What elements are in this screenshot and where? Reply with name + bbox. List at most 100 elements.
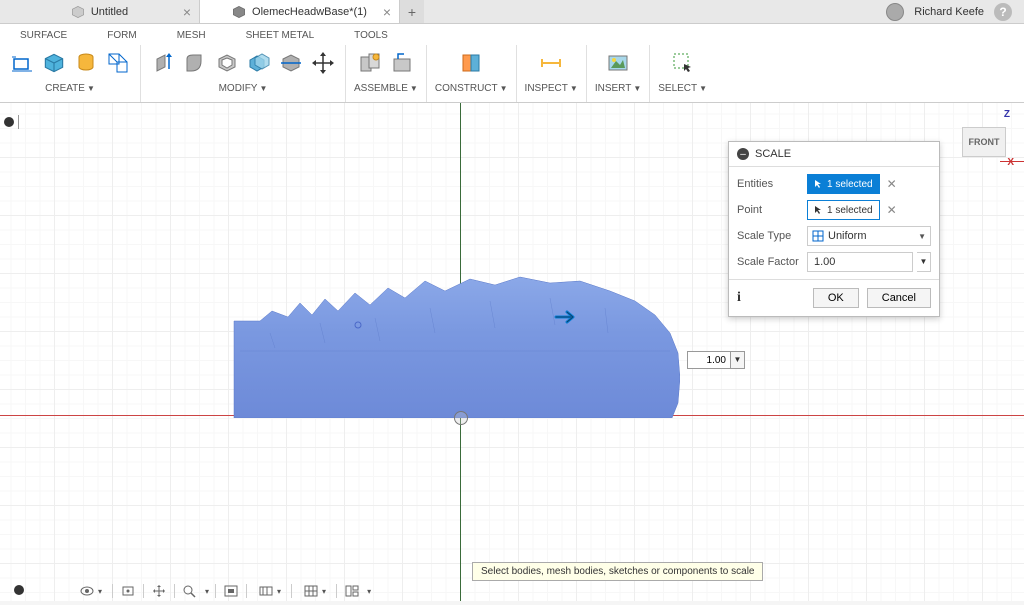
help-icon[interactable]: ?: [994, 3, 1012, 21]
scale-type-label: Scale Type: [737, 230, 803, 242]
x-axis-label: X: [1007, 157, 1014, 168]
origin-indicator[interactable]: [454, 411, 468, 425]
orbit-icon[interactable]: [78, 584, 96, 598]
divider: [18, 115, 19, 129]
combine-icon[interactable]: [245, 49, 273, 77]
collapse-icon[interactable]: –: [737, 148, 749, 160]
clear-icon[interactable]: ✕: [884, 177, 900, 191]
dialog-title: SCALE: [755, 148, 791, 160]
fit-icon[interactable]: [222, 584, 240, 598]
document-icon: [71, 5, 85, 19]
create-sketch-icon[interactable]: [8, 49, 36, 77]
construct-plane-icon[interactable]: [457, 49, 485, 77]
box-primitive-icon[interactable]: [40, 49, 68, 77]
chevron-down-icon[interactable]: ▾: [98, 587, 102, 596]
group-label-assemble[interactable]: ASSEMBLE▼: [354, 83, 418, 94]
group-assemble: ASSEMBLE▼: [346, 45, 427, 102]
move-icon[interactable]: [309, 49, 337, 77]
group-label-inspect[interactable]: INSPECT▼: [525, 83, 578, 94]
comments-toggle[interactable]: [14, 585, 24, 598]
chevron-down-icon[interactable]: ▾: [205, 587, 209, 596]
scale-inline-input[interactable]: ▼: [687, 351, 745, 369]
close-icon[interactable]: ×: [383, 4, 391, 20]
document-tab-bar: Untitled × OlemecHeadwBase*(1) × + Richa…: [0, 0, 1024, 24]
chevron-down-icon[interactable]: ▼: [731, 351, 745, 369]
group-label-select[interactable]: SELECT▼: [658, 83, 707, 94]
look-at-icon[interactable]: [119, 584, 137, 598]
document-tab-active[interactable]: OlemecHeadwBase*(1) ×: [200, 0, 400, 23]
cancel-button[interactable]: Cancel: [867, 288, 931, 308]
shell-icon[interactable]: [213, 49, 241, 77]
dialog-header[interactable]: – SCALE: [729, 142, 939, 167]
viewport[interactable]: ▼ Z FRONT X – SCALE Entities 1 selected …: [0, 103, 1024, 601]
group-label-construct[interactable]: CONSTRUCT▼: [435, 83, 508, 94]
group-insert: INSERT▼: [587, 45, 650, 102]
chevron-down-icon[interactable]: ▾: [277, 587, 281, 596]
document-icon: [232, 5, 246, 19]
ribbon-tab-sheet-metal[interactable]: SHEET METAL: [246, 30, 315, 41]
fillet-icon[interactable]: [181, 49, 209, 77]
group-label-modify[interactable]: MODIFY▼: [219, 83, 268, 94]
scale-value-input[interactable]: [687, 351, 731, 369]
point-label: Point: [737, 204, 803, 216]
group-construct: CONSTRUCT▼: [427, 45, 517, 102]
document-tab-inactive[interactable]: Untitled ×: [0, 0, 200, 23]
group-label-create[interactable]: CREATE▼: [45, 83, 95, 94]
avatar[interactable]: [886, 3, 904, 21]
z-axis-label: Z: [1004, 109, 1010, 120]
extrude-icon[interactable]: [72, 49, 100, 77]
ribbon-tab-form[interactable]: FORM: [107, 30, 136, 41]
zoom-icon[interactable]: [181, 584, 199, 598]
scale-type-select[interactable]: Uniform ▼: [807, 226, 931, 246]
browser-toggle[interactable]: [4, 115, 19, 129]
grid-settings-icon[interactable]: [302, 584, 320, 598]
entities-label: Entities: [737, 178, 803, 190]
close-icon[interactable]: ×: [183, 4, 191, 20]
clear-icon[interactable]: ✕: [884, 203, 900, 217]
viewport-layout-icon[interactable]: [343, 584, 361, 598]
entities-selection[interactable]: 1 selected: [807, 174, 880, 194]
chevron-down-icon: ▼: [699, 84, 707, 93]
pan-icon[interactable]: [150, 584, 168, 598]
row-scale-type: Scale Type Uniform ▼: [737, 223, 931, 249]
scale-factor-input[interactable]: 1.00: [807, 252, 913, 272]
scale-dialog: – SCALE Entities 1 selected ✕ Point 1 se…: [728, 141, 940, 317]
group-modify: MODIFY▼: [141, 45, 346, 102]
group-select: SELECT▼: [650, 45, 715, 102]
ok-button[interactable]: OK: [813, 288, 859, 308]
measure-icon[interactable]: [537, 49, 565, 77]
chevron-down-icon[interactable]: ▼: [917, 252, 931, 272]
scale-factor-label: Scale Factor: [737, 256, 803, 268]
joint-icon[interactable]: [356, 49, 384, 77]
expand-icon: [4, 117, 14, 127]
group-inspect: INSPECT▼: [517, 45, 587, 102]
press-pull-icon[interactable]: [149, 49, 177, 77]
ribbon-tab-surface[interactable]: SURFACE: [20, 30, 67, 41]
info-icon[interactable]: i: [737, 290, 741, 306]
chevron-down-icon: ▼: [259, 84, 267, 93]
status-hint: Select bodies, mesh bodies, sketches or …: [472, 562, 763, 581]
group-label-insert[interactable]: INSERT▼: [595, 83, 641, 94]
view-cube-face[interactable]: FRONT: [962, 127, 1006, 157]
select-icon[interactable]: [669, 49, 697, 77]
chevron-down-icon: ▼: [500, 84, 508, 93]
add-tab-button[interactable]: +: [400, 0, 424, 23]
chevron-down-icon[interactable]: ▾: [322, 587, 326, 596]
ribbon-tab-mesh[interactable]: MESH: [177, 30, 206, 41]
mesh-model[interactable]: [230, 273, 680, 418]
as-built-joint-icon[interactable]: [388, 49, 416, 77]
user-name[interactable]: Richard Keefe: [914, 6, 984, 18]
ribbon-tab-tools[interactable]: TOOLS: [354, 30, 388, 41]
point-selection[interactable]: 1 selected: [807, 200, 880, 220]
split-icon[interactable]: [277, 49, 305, 77]
display-settings-icon[interactable]: [257, 584, 275, 598]
sketch-plane-icon[interactable]: [104, 49, 132, 77]
chevron-down-icon[interactable]: ▾: [367, 587, 371, 596]
chevron-down-icon: ▼: [633, 84, 641, 93]
row-entities: Entities 1 selected ✕: [737, 171, 931, 197]
tab-label: Untitled: [91, 6, 128, 18]
scale-manipulator[interactable]: [553, 307, 581, 327]
uniform-icon: [812, 230, 824, 242]
insert-decal-icon[interactable]: [604, 49, 632, 77]
view-cube[interactable]: Z FRONT X: [956, 111, 1012, 167]
